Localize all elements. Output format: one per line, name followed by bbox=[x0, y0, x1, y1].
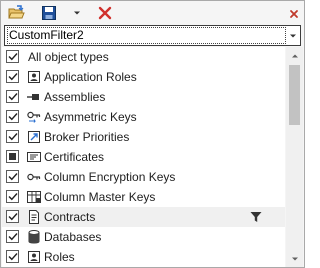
list-item-label: Assemblies bbox=[44, 90, 106, 104]
list-item-assemblies[interactable]: Assemblies bbox=[2, 87, 285, 107]
open-folder-icon bbox=[8, 4, 25, 18]
list-item-contracts[interactable]: Contracts bbox=[2, 207, 285, 227]
open-filter-button[interactable] bbox=[7, 3, 27, 22]
checkbox[interactable] bbox=[6, 90, 19, 103]
list-item-label: Databases bbox=[44, 230, 102, 244]
chevron-down-icon bbox=[291, 257, 298, 260]
contract-icon bbox=[26, 209, 42, 225]
list-item-roles[interactable]: Roles bbox=[2, 247, 285, 267]
checkbox[interactable] bbox=[6, 250, 19, 263]
list-item-label: Column Master Keys bbox=[44, 190, 156, 204]
asymmetric-key-icon bbox=[26, 109, 42, 125]
list-scrollbar[interactable] bbox=[286, 47, 303, 267]
list-item-column-encryption-keys[interactable]: Column Encryption Keys bbox=[2, 167, 285, 187]
list-item-label: Certificates bbox=[44, 150, 105, 164]
column-encryption-key-icon bbox=[26, 169, 42, 185]
chevron-down-icon bbox=[74, 11, 80, 14]
list-item-label: Broker Priorities bbox=[44, 130, 130, 144]
filter-panel: CustomFilter2 All object types Applicati… bbox=[0, 0, 305, 268]
close-panel-button[interactable] bbox=[285, 4, 303, 23]
list-item-label: Application Roles bbox=[44, 70, 137, 84]
list-item-broker-priorities[interactable]: Broker Priorities bbox=[2, 127, 285, 147]
chevron-down-icon bbox=[290, 34, 296, 37]
filter-funnel-icon[interactable] bbox=[250, 211, 262, 223]
list-item-application-roles[interactable]: Application Roles bbox=[2, 67, 285, 87]
list-item-certificates[interactable]: Certificates bbox=[2, 147, 285, 167]
toolbar bbox=[1, 1, 304, 23]
list-item-databases[interactable]: Databases bbox=[2, 227, 285, 247]
scrollbar-thumb[interactable] bbox=[289, 65, 300, 125]
assembly-icon bbox=[26, 89, 42, 105]
list-item-label: Column Encryption Keys bbox=[44, 170, 176, 184]
list-item-label: Contracts bbox=[44, 210, 96, 224]
checkbox[interactable] bbox=[6, 190, 19, 203]
list-item-all-object-types[interactable]: All object types bbox=[2, 47, 285, 67]
checkbox[interactable] bbox=[6, 70, 19, 83]
save-icon bbox=[42, 5, 56, 20]
column-master-key-icon bbox=[26, 189, 42, 205]
object-type-list: All object types Application Roles Assem… bbox=[2, 47, 285, 267]
certificate-icon bbox=[26, 149, 42, 165]
filter-selector[interactable]: CustomFilter2 bbox=[4, 25, 301, 46]
filter-selector-dropdown-button[interactable] bbox=[286, 26, 300, 45]
checkbox[interactable] bbox=[6, 150, 19, 163]
checkbox[interactable] bbox=[6, 170, 19, 183]
filter-selector-value[interactable]: CustomFilter2 bbox=[7, 27, 286, 44]
list-item-label: Roles bbox=[44, 250, 75, 264]
list-item-label: All object types bbox=[28, 50, 109, 64]
save-options-dropdown[interactable] bbox=[71, 3, 83, 22]
database-icon bbox=[26, 229, 42, 245]
scroll-down-button[interactable] bbox=[286, 250, 303, 267]
list-item-column-master-keys[interactable]: Column Master Keys bbox=[2, 187, 285, 207]
broker-priority-icon bbox=[26, 129, 42, 145]
chevron-up-icon bbox=[291, 54, 298, 57]
role-icon bbox=[26, 249, 42, 265]
list-item-asymmetric-keys[interactable]: Asymmetric Keys bbox=[2, 107, 285, 127]
checkbox[interactable] bbox=[6, 130, 19, 143]
save-filter-button[interactable] bbox=[39, 3, 59, 22]
application-role-icon bbox=[26, 69, 42, 85]
checkbox[interactable] bbox=[6, 210, 19, 223]
close-icon bbox=[290, 9, 298, 18]
delete-icon bbox=[98, 6, 112, 19]
delete-filter-button[interactable] bbox=[95, 3, 115, 22]
scroll-up-button[interactable] bbox=[286, 47, 303, 64]
checkbox[interactable] bbox=[6, 230, 19, 243]
list-item-label: Asymmetric Keys bbox=[44, 110, 137, 124]
checkbox[interactable] bbox=[6, 50, 19, 63]
checkbox[interactable] bbox=[6, 110, 19, 123]
